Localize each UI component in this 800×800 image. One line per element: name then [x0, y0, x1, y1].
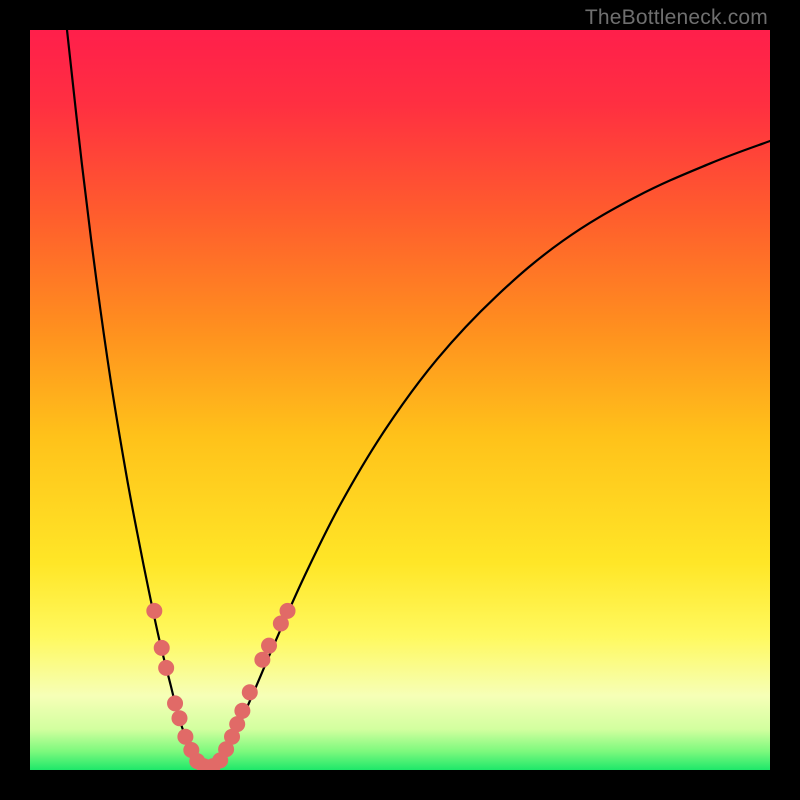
plot-area — [30, 30, 770, 770]
data-marker — [261, 638, 277, 654]
outer-frame: TheBottleneck.com — [0, 0, 800, 800]
curve-right-curve — [215, 141, 770, 766]
data-marker — [154, 640, 170, 656]
data-marker — [242, 684, 258, 700]
data-marker — [280, 603, 296, 619]
watermark-text: TheBottleneck.com — [585, 6, 768, 30]
data-marker — [146, 603, 162, 619]
data-marker — [254, 652, 270, 668]
curve-left-curve — [67, 30, 200, 766]
data-marker — [167, 695, 183, 711]
data-marker — [234, 703, 250, 719]
curves-layer — [30, 30, 770, 770]
data-marker — [158, 660, 174, 676]
data-marker — [171, 710, 187, 726]
